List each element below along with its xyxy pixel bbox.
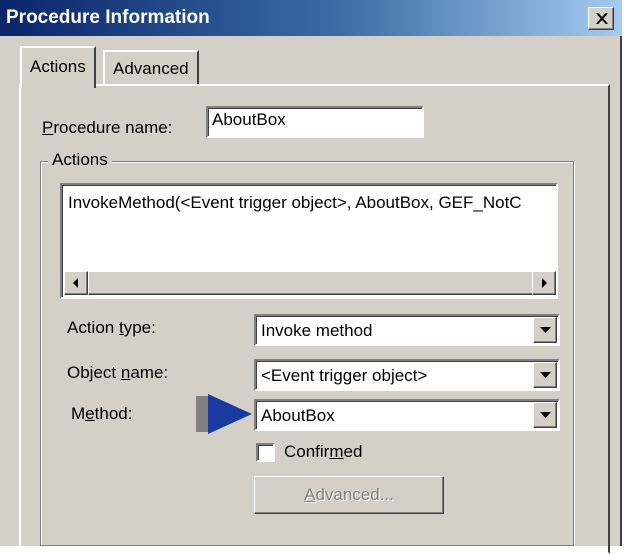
tab-advanced-label: Advanced [113,59,189,78]
close-icon [596,13,608,24]
procedure-information-dialog: Procedure Information Actions Advanced P… [0,0,622,554]
title-bar[interactable]: Procedure Information [0,0,622,36]
tab-actions-label: Actions [30,57,86,76]
tab-advanced[interactable]: Advanced [103,50,199,86]
actions-tab-panel [19,84,610,554]
close-button[interactable] [588,7,614,30]
tab-actions[interactable]: Actions [20,46,96,88]
window-title: Procedure Information [6,7,210,28]
